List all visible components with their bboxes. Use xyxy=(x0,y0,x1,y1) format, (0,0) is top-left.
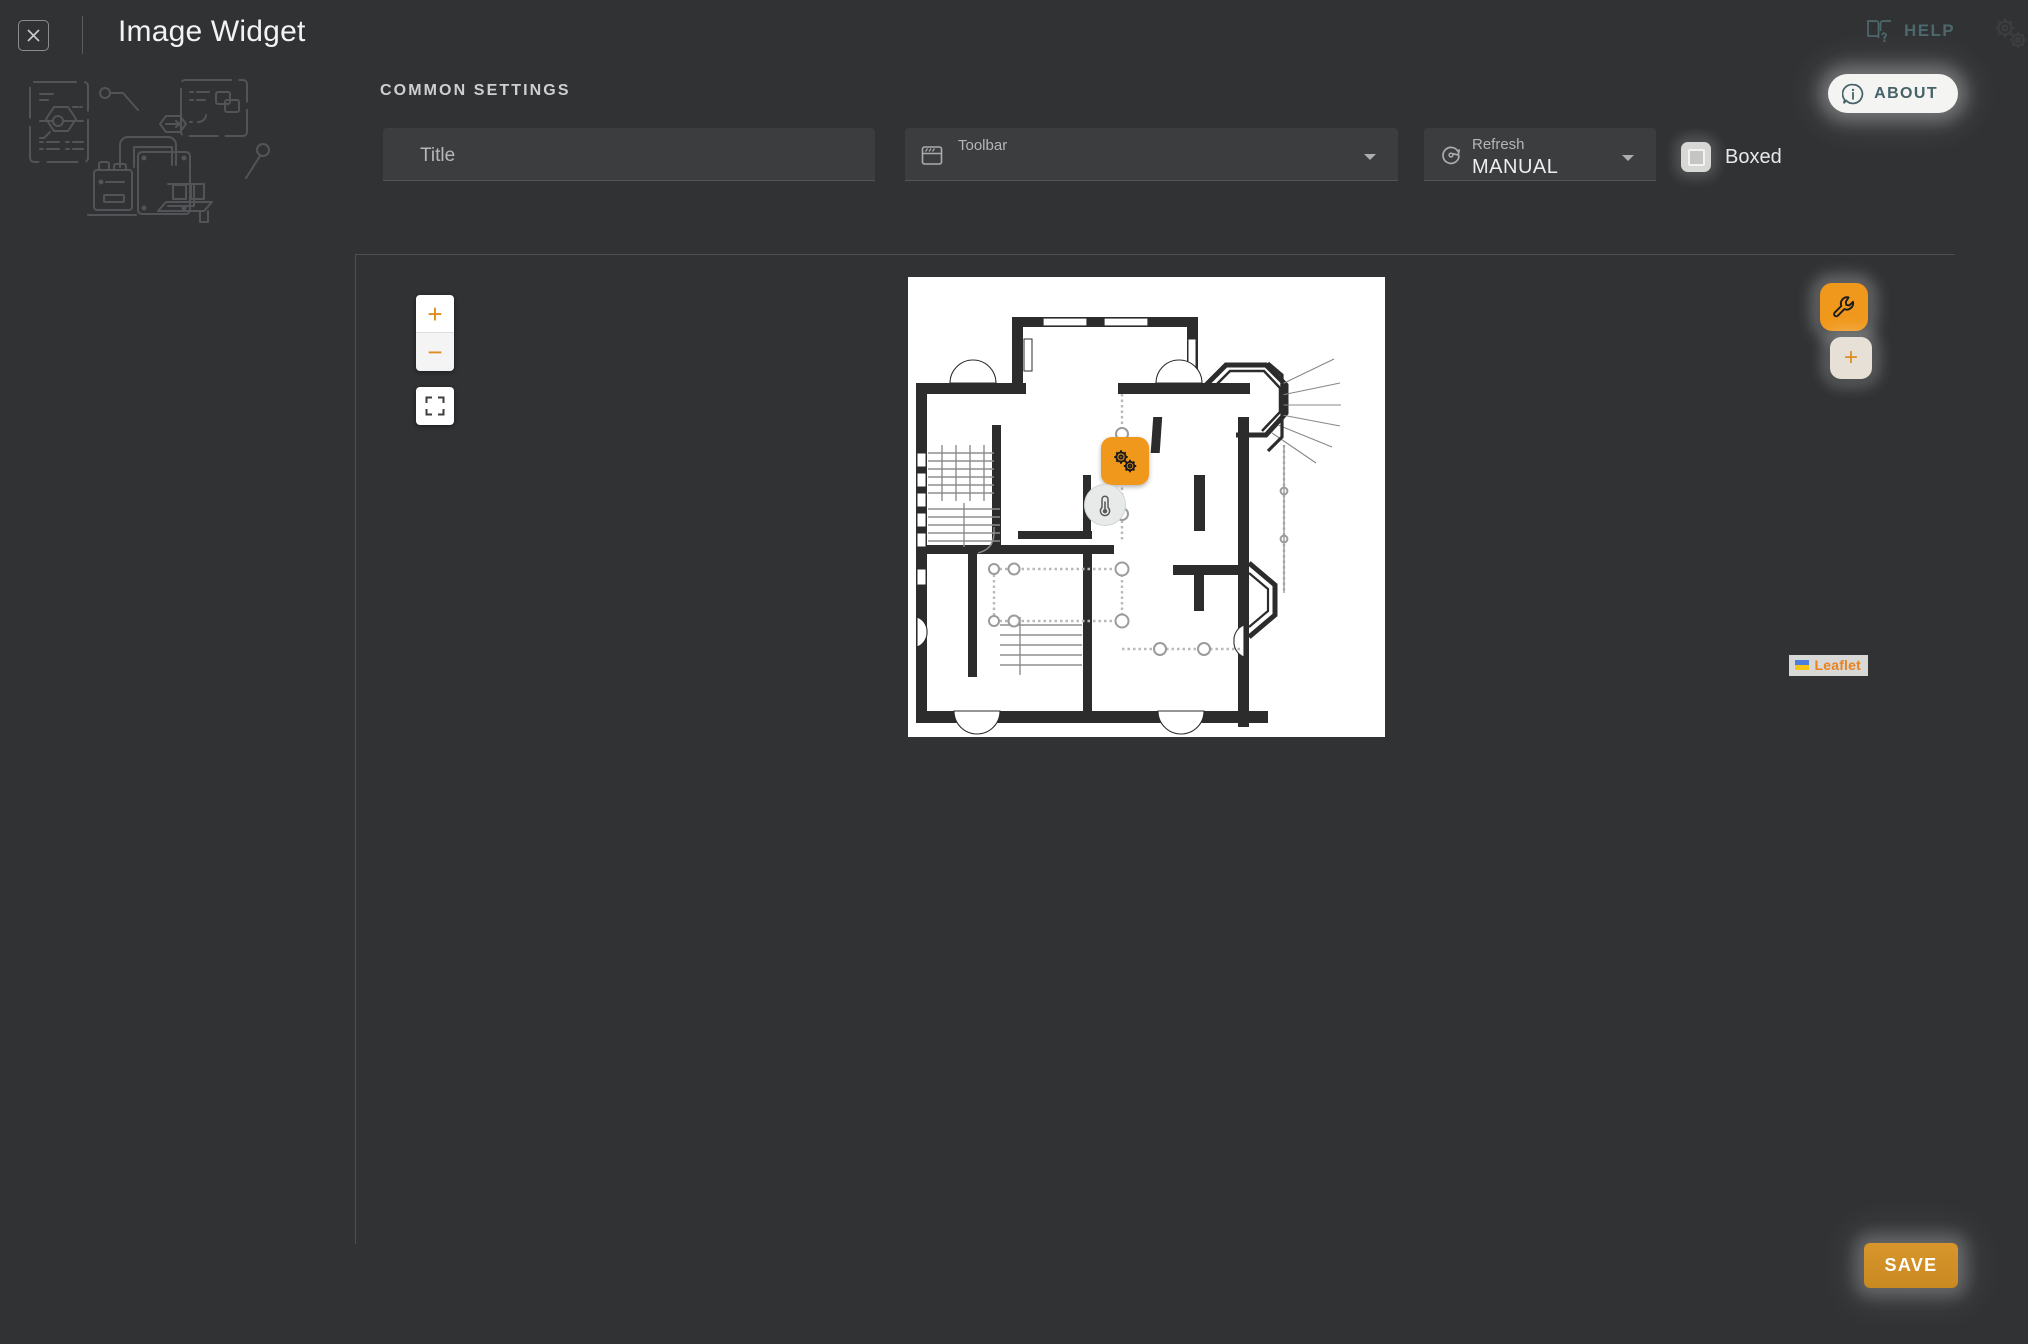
title-field[interactable]: Title xyxy=(383,128,875,181)
refresh-label: Refresh xyxy=(1472,136,1525,153)
refresh-glyph xyxy=(1442,146,1461,165)
toolbar-glyph xyxy=(921,146,943,165)
boxed-checkbox[interactable]: Boxed xyxy=(1681,142,1782,172)
widget-preview-panel: + − + Leaflet xyxy=(355,254,1955,1244)
ukraine-flag-icon xyxy=(1795,660,1810,670)
chevron-down-icon[interactable] xyxy=(1622,155,1634,161)
thermometer-marker[interactable] xyxy=(1084,484,1126,526)
gears-icon xyxy=(1113,449,1136,472)
close-glyph xyxy=(27,29,40,42)
floor-plan-image xyxy=(908,277,1385,737)
gears-glyph xyxy=(1995,18,2026,48)
leaflet-label: Leaflet xyxy=(1814,657,1861,673)
boxed-label: Boxed xyxy=(1725,145,1782,168)
help-button[interactable]: HELP xyxy=(1866,18,1955,43)
page-title: Image Widget xyxy=(118,15,306,48)
thermometer-icon xyxy=(1099,495,1111,517)
iot-devices-illustration xyxy=(10,72,280,232)
header-divider xyxy=(82,16,83,54)
about-label: ABOUT xyxy=(1874,84,1938,102)
chevron-down-icon[interactable] xyxy=(1364,154,1376,160)
fullscreen-button[interactable] xyxy=(416,387,454,425)
leaflet-map[interactable]: + − + Leaflet xyxy=(356,255,1956,1245)
toolbar-label: Toolbar xyxy=(958,137,1008,154)
gears-icon[interactable] xyxy=(1990,14,2028,59)
book-question-icon xyxy=(1867,20,1892,43)
refresh-select[interactable]: Refresh MANUAL xyxy=(1424,128,1656,181)
about-button[interactable]: ABOUT xyxy=(1828,74,1958,113)
add-marker-fab[interactable]: + xyxy=(1830,337,1872,379)
toolbar-icon xyxy=(919,142,945,168)
info-circle-icon xyxy=(1842,83,1864,104)
help-label: HELP xyxy=(1904,20,1955,40)
app-header: Image Widget HELP ABOUT xyxy=(0,0,2028,113)
close-icon[interactable] xyxy=(18,20,49,51)
refresh-value: MANUAL xyxy=(1472,156,1559,178)
checkbox-box[interactable] xyxy=(1681,142,1711,172)
gears-marker[interactable] xyxy=(1101,437,1149,485)
common-settings-heading: COMMON SETTINGS xyxy=(380,82,571,99)
zoom-in-button[interactable]: + xyxy=(416,295,454,333)
refresh-icon xyxy=(1438,142,1464,168)
edit-map-fab[interactable] xyxy=(1820,283,1868,331)
checkbox-inner xyxy=(1687,148,1705,166)
toolbar-select[interactable]: Toolbar xyxy=(905,128,1398,181)
image-widget-config-screen: Image Widget HELP ABOUT COMMON SETTINGS … xyxy=(0,0,2028,1344)
zoom-out-button[interactable]: − xyxy=(416,333,454,371)
leaflet-attribution[interactable]: Leaflet xyxy=(1789,655,1868,676)
title-placeholder: Title xyxy=(420,145,456,166)
illustration-glyph xyxy=(29,79,270,223)
fullscreen-icon xyxy=(425,396,445,416)
floor-plan-svg xyxy=(908,277,1385,737)
map-zoom-control: + − xyxy=(416,295,454,371)
wrench-icon xyxy=(1833,296,1855,318)
save-button[interactable]: SAVE xyxy=(1864,1243,1958,1288)
